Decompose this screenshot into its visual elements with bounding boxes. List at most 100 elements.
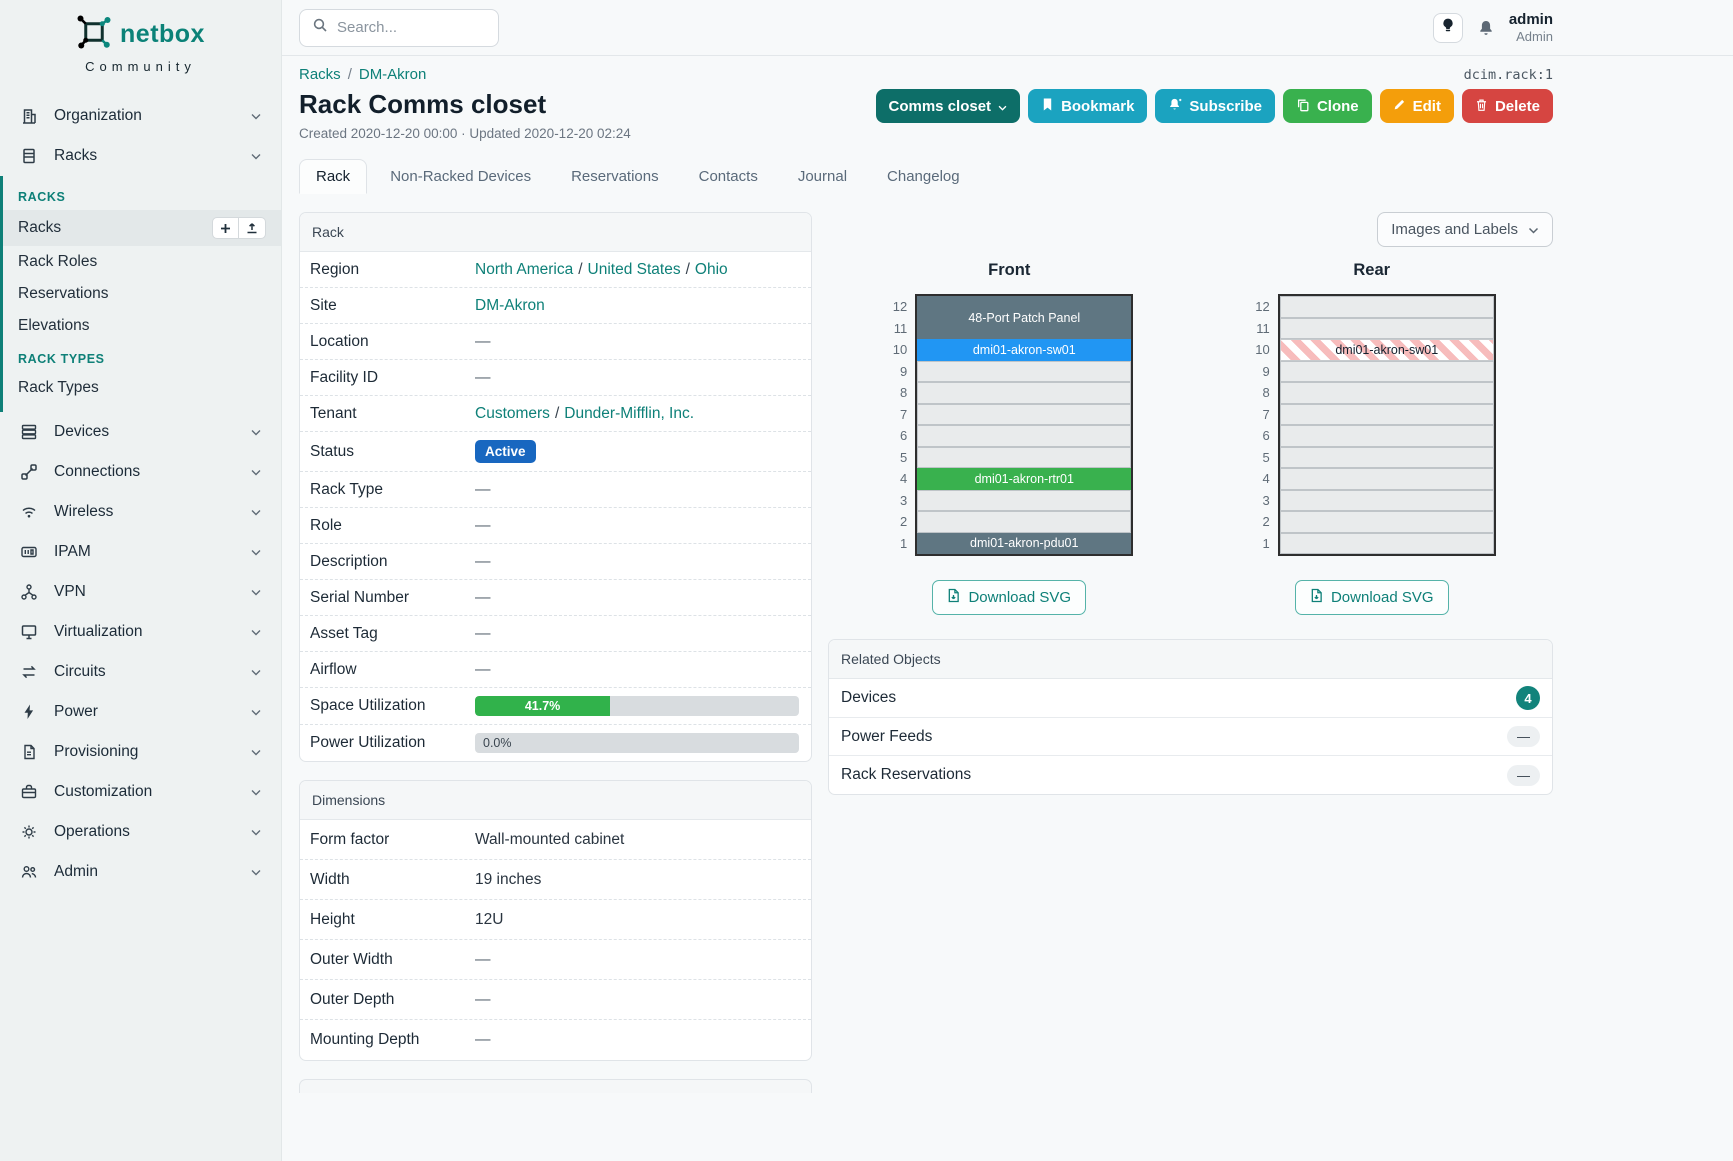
global-search[interactable] xyxy=(299,9,499,47)
empty-unit[interactable] xyxy=(1280,361,1494,383)
empty-unit[interactable] xyxy=(1280,490,1494,512)
subscribe-button[interactable]: Subscribe xyxy=(1155,89,1275,123)
user-menu[interactable]: admin Admin xyxy=(1509,11,1553,45)
tenant-group-link[interactable]: Customers xyxy=(475,405,550,423)
empty-unit[interactable] xyxy=(1280,468,1494,490)
sidebar-item-wireless[interactable]: Wireless xyxy=(0,492,281,532)
organization-icon xyxy=(20,107,38,125)
import-rack-button[interactable] xyxy=(239,217,266,239)
attr-power-utilization: Power Utilization 0.0% xyxy=(300,725,811,761)
sidebar-item-ipam[interactable]: IPAM xyxy=(0,532,281,572)
empty-unit[interactable] xyxy=(917,404,1131,426)
sidebar-item-virtualization[interactable]: Virtualization xyxy=(0,612,281,652)
sidebar-item-racks[interactable]: Racks xyxy=(0,136,281,176)
sidebar-item-organization[interactable]: Organization xyxy=(0,96,281,136)
tab-changelog[interactable]: Changelog xyxy=(870,159,977,194)
attr-airflow: Airflow — xyxy=(300,652,811,688)
tab-reservations[interactable]: Reservations xyxy=(554,159,676,194)
rack-device-sw01[interactable]: dmi01-akron-sw01 xyxy=(917,339,1131,361)
sidebar-item-devices[interactable]: Devices xyxy=(0,412,281,452)
rack-device-rtr01[interactable]: dmi01-akron-rtr01 xyxy=(917,468,1131,490)
attr-tenant: Tenant Customers / Dunder-Mifflin, Inc. xyxy=(300,396,811,432)
empty-unit[interactable] xyxy=(917,361,1131,383)
empty-unit[interactable] xyxy=(1280,382,1494,404)
breadcrumb-racks-link[interactable]: Racks xyxy=(299,66,341,83)
sidebar-item-rack-types[interactable]: Rack Types xyxy=(3,372,281,404)
sidebar-item-admin[interactable]: Admin xyxy=(0,852,281,892)
rear-download-svg-button[interactable]: Download SVG xyxy=(1295,580,1449,615)
empty-unit[interactable] xyxy=(917,425,1131,447)
related-power-feeds-row[interactable]: Power Feeds — xyxy=(829,718,1552,756)
sidebar-item-vpn[interactable]: VPN xyxy=(0,572,281,612)
chevron-down-icon xyxy=(251,823,261,841)
attr-site: Site DM-Akron xyxy=(300,288,811,324)
sidebar-item-operations[interactable]: Operations xyxy=(0,812,281,852)
attr-description: Description — xyxy=(300,544,811,580)
sidebar-item-power[interactable]: Power xyxy=(0,692,281,732)
attr-space-utilization: Space Utilization 41.7% xyxy=(300,688,811,725)
empty-unit[interactable] xyxy=(917,382,1131,404)
sidebar-item-connections[interactable]: Connections xyxy=(0,452,281,492)
tab-rack[interactable]: Rack xyxy=(299,159,367,194)
empty-unit[interactable] xyxy=(1280,511,1494,533)
add-rack-button[interactable] xyxy=(212,217,239,239)
front-download-svg-button[interactable]: Download SVG xyxy=(932,580,1086,615)
region-link[interactable]: North America xyxy=(475,261,573,279)
tab-contacts[interactable]: Contacts xyxy=(682,159,775,194)
rack-device-sw01-rear[interactable]: dmi01-akron-sw01 xyxy=(1280,339,1494,361)
sidebar-item-customization[interactable]: Customization xyxy=(0,772,281,812)
attr-outer-width: Outer Width — xyxy=(300,940,811,980)
empty-unit[interactable] xyxy=(1280,425,1494,447)
empty-unit[interactable] xyxy=(1280,533,1494,555)
empty-unit[interactable] xyxy=(1280,318,1494,340)
region-link[interactable]: Ohio xyxy=(695,261,728,279)
tab-non-racked-devices[interactable]: Non-Racked Devices xyxy=(373,159,548,194)
brand[interactable]: netbox Community xyxy=(0,0,281,80)
chevron-down-icon xyxy=(251,863,261,881)
empty-unit[interactable] xyxy=(1280,296,1494,318)
sidebar-item-circuits[interactable]: Circuits xyxy=(0,652,281,692)
breadcrumb-site-link[interactable]: DM-Akron xyxy=(359,66,427,83)
chevron-down-icon xyxy=(251,147,261,165)
empty-unit[interactable] xyxy=(917,511,1131,533)
elevation-view-dropdown[interactable]: Images and Labels xyxy=(1377,212,1553,247)
bookmark-button[interactable]: Bookmark xyxy=(1028,89,1147,123)
action-buttons: Comms closet Bookmark Subscribe Clone xyxy=(876,89,1553,123)
rear-rack-diagram: dmi01-akron-sw01 xyxy=(1278,294,1496,556)
clone-button[interactable]: Clone xyxy=(1283,89,1372,123)
empty-unit[interactable] xyxy=(917,447,1131,469)
delete-button[interactable]: Delete xyxy=(1462,89,1553,123)
edit-button[interactable]: Edit xyxy=(1380,89,1454,123)
tab-journal[interactable]: Journal xyxy=(781,159,864,194)
empty-unit[interactable] xyxy=(1280,447,1494,469)
chevron-down-icon xyxy=(251,783,261,801)
rack-types-group-header: RACK TYPES xyxy=(3,342,281,372)
rack-elevations: Front 1211 109 87 65 43 21 48- xyxy=(828,261,1553,615)
next-panel-partial xyxy=(299,1079,812,1093)
attr-width: Width 19 inches xyxy=(300,860,811,900)
brand-name: netbox xyxy=(120,20,205,49)
sidebar-item-elevations[interactable]: Elevations xyxy=(3,310,281,342)
front-rack-diagram: 48-Port Patch Panel dmi01-akron-sw01 dmi… xyxy=(915,294,1133,556)
empty-unit[interactable] xyxy=(1280,404,1494,426)
theme-toggle-button[interactable] xyxy=(1433,13,1463,43)
tenant-link[interactable]: Dunder-Mifflin, Inc. xyxy=(564,405,694,423)
sidebar-item-reservations[interactable]: Reservations xyxy=(3,278,281,310)
site-link[interactable]: DM-Akron xyxy=(475,297,545,315)
related-devices-row[interactable]: Devices 4 xyxy=(829,679,1552,718)
context-dropdown-button[interactable]: Comms closet xyxy=(876,89,1021,123)
dimensions-panel: Dimensions Form factor Wall-mounted cabi… xyxy=(299,780,812,1061)
chevron-down-icon xyxy=(251,107,261,125)
sidebar-item-provisioning[interactable]: Provisioning xyxy=(0,732,281,772)
related-rack-reservations-row[interactable]: Rack Reservations — xyxy=(829,756,1552,794)
file-download-icon xyxy=(1310,588,1323,607)
region-link[interactable]: United States xyxy=(588,261,681,279)
search-input[interactable] xyxy=(337,19,477,36)
notifications-bell-icon[interactable] xyxy=(1477,19,1495,37)
rack-device-patch-panel[interactable]: 48-Port Patch Panel xyxy=(917,296,1131,339)
sidebar-item-rack-roles[interactable]: Rack Roles xyxy=(3,246,281,278)
rack-device-pdu01[interactable]: dmi01-akron-pdu01 xyxy=(917,533,1131,555)
object-identifier: dcim.rack:1 xyxy=(1464,67,1553,83)
empty-unit[interactable] xyxy=(917,490,1131,512)
sidebar-item-racks-list[interactable]: Racks xyxy=(3,210,281,246)
